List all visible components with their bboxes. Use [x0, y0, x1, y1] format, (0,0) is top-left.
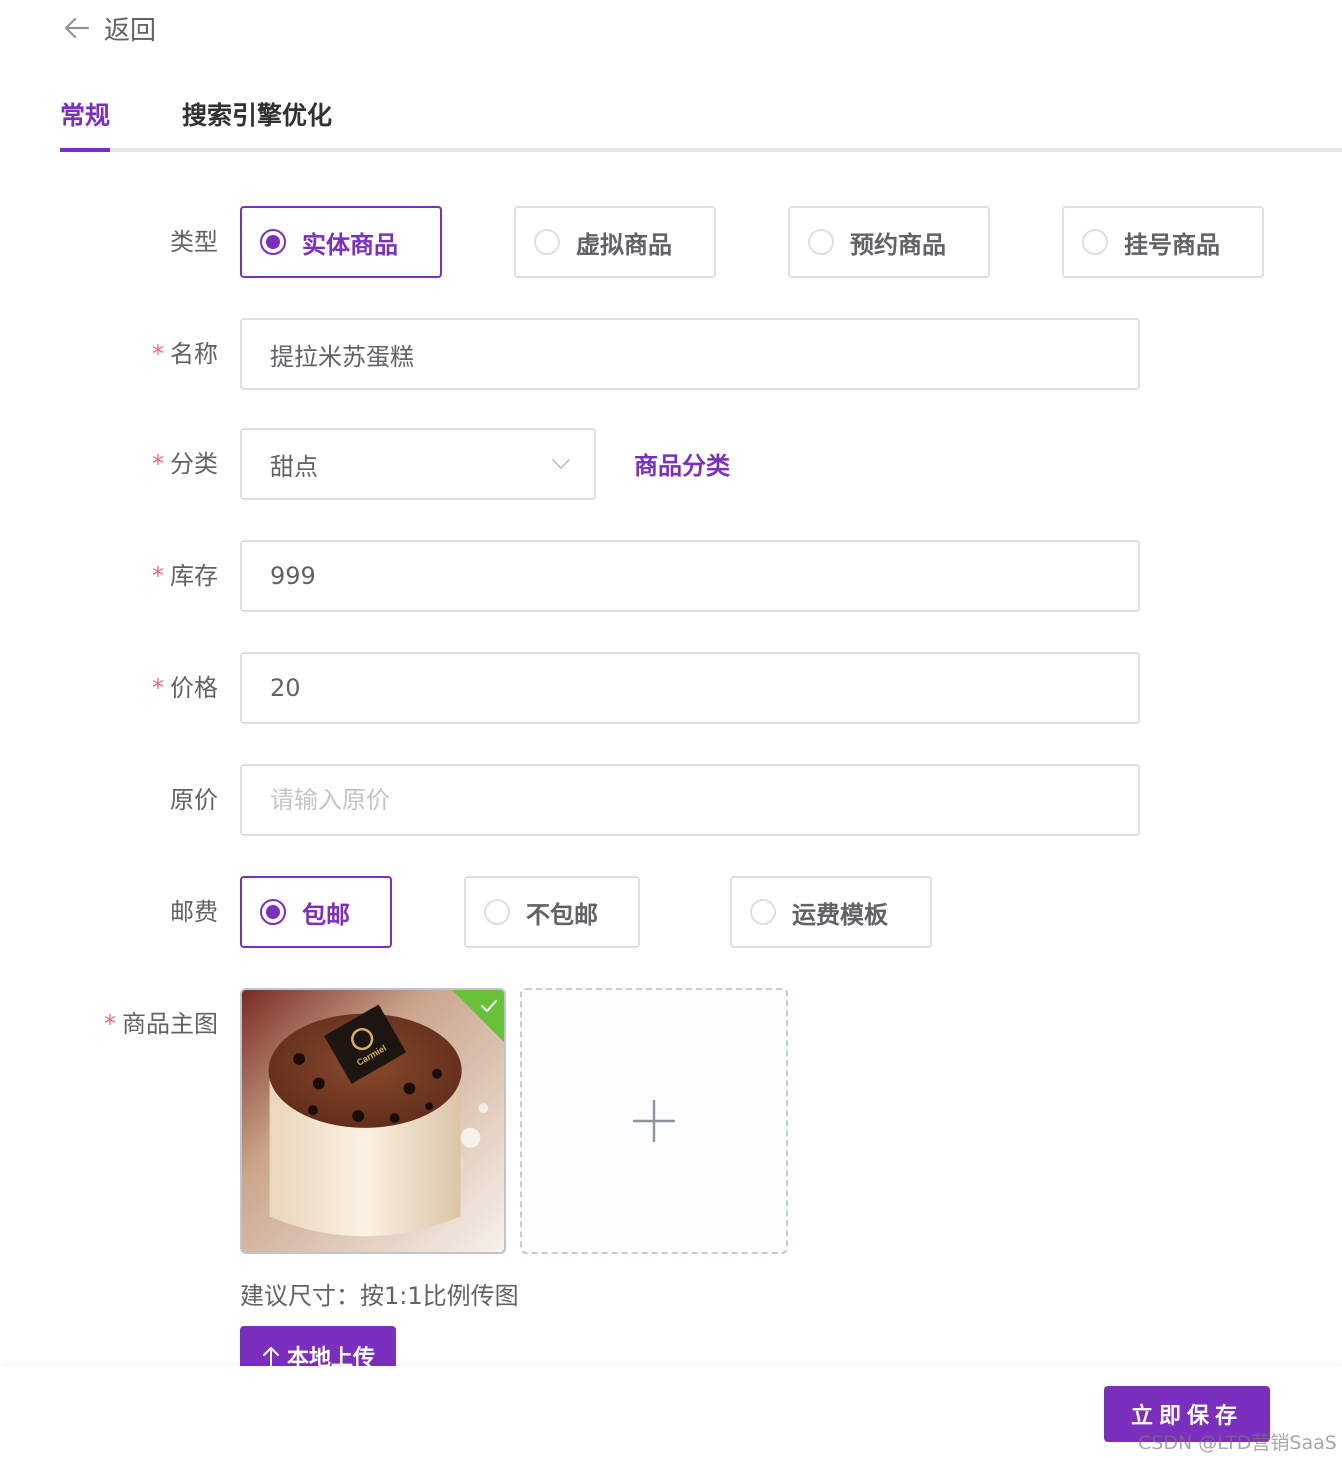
type-label: 类型	[170, 228, 218, 256]
main-image-label: * 商品主图	[104, 1010, 218, 1038]
required-asterisk: *	[152, 340, 164, 368]
type-option-physical[interactable]: 实体商品	[240, 206, 442, 278]
tab-general[interactable]: 常规	[60, 96, 110, 152]
radio-checked-icon	[260, 229, 286, 255]
type-option-label: 挂号商品	[1124, 230, 1220, 259]
type-option-label: 虚拟商品	[576, 230, 672, 259]
name-input[interactable]	[240, 318, 1140, 390]
product-image-thumbnail[interactable]: Carmiel	[240, 988, 506, 1254]
watermark: CSDN @LTD营销SaaS	[1138, 1432, 1337, 1454]
price-input[interactable]	[240, 652, 1140, 724]
tab-bar: 常规 搜索引擎优化	[60, 90, 1342, 152]
required-asterisk: *	[152, 450, 164, 478]
radio-unchecked-icon	[1082, 229, 1108, 255]
category-manage-link[interactable]: 商品分类	[634, 446, 730, 481]
required-asterisk: *	[152, 562, 164, 590]
radio-unchecked-icon	[750, 899, 776, 925]
shipping-option-free[interactable]: 包邮	[240, 876, 392, 948]
back-link[interactable]: 返回	[62, 8, 156, 48]
original-price-label: 原价	[170, 786, 218, 814]
tab-seo[interactable]: 搜索引擎优化	[182, 96, 332, 152]
required-asterisk: *	[104, 1010, 116, 1038]
check-icon	[481, 1000, 497, 1012]
image-upload-area[interactable]	[520, 988, 788, 1254]
arrow-up-icon	[262, 1347, 279, 1366]
type-option-label: 实体商品	[302, 230, 398, 259]
radio-unchecked-icon	[808, 229, 834, 255]
type-option-virtual[interactable]: 虚拟商品	[514, 206, 716, 278]
plus-icon	[632, 1099, 676, 1143]
back-label: 返回	[104, 15, 157, 46]
shipping-option-label: 包邮	[302, 900, 350, 929]
arrow-left-icon	[64, 17, 90, 39]
radio-checked-icon	[260, 899, 286, 925]
original-price-input[interactable]	[240, 764, 1140, 836]
tab-active-indicator	[60, 148, 110, 152]
type-option-registration[interactable]: 挂号商品	[1062, 206, 1264, 278]
required-asterisk: *	[152, 674, 164, 702]
shipping-option-paid[interactable]: 不包邮	[464, 876, 640, 948]
chevron-down-icon	[552, 459, 570, 469]
category-select[interactable]: 甜点	[240, 428, 596, 500]
stock-label: * 库存	[152, 562, 218, 590]
radio-unchecked-icon	[484, 899, 510, 925]
category-select-value: 甜点	[270, 452, 318, 481]
type-option-reservation[interactable]: 预约商品	[788, 206, 990, 278]
shipping-option-template[interactable]: 运费模板	[730, 876, 932, 948]
shipping-option-label: 运费模板	[792, 900, 888, 929]
price-label: * 价格	[152, 674, 218, 702]
stock-input[interactable]	[240, 540, 1140, 612]
name-label: * 名称	[152, 340, 218, 368]
category-label: * 分类	[152, 450, 218, 478]
shipping-option-label: 不包邮	[526, 900, 598, 929]
image-size-hint: 建议尺寸：按1:1比例传图	[240, 1282, 519, 1310]
footer-bar: 立即保存 CSDN @LTD营销SaaS	[0, 1366, 1342, 1458]
radio-unchecked-icon	[534, 229, 560, 255]
type-option-label: 预约商品	[850, 230, 946, 259]
shipping-label: 邮费	[170, 898, 218, 926]
